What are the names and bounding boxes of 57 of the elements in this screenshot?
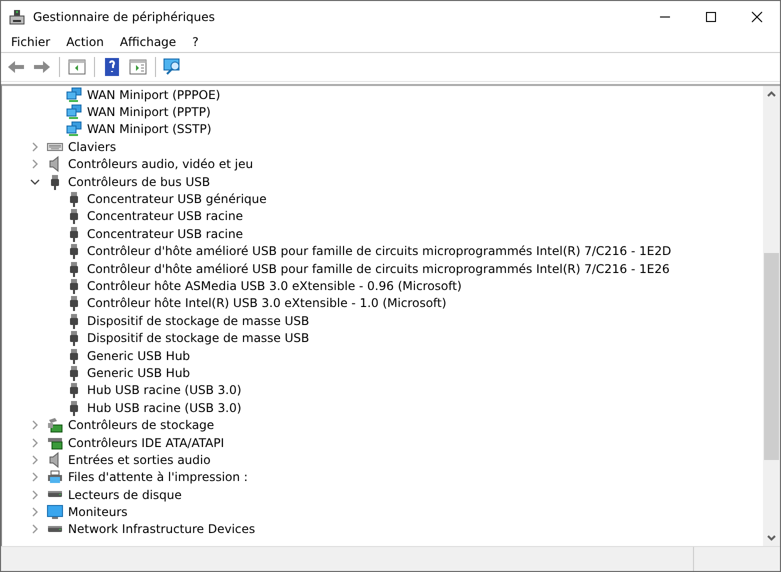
- network-adapter-icon: [66, 121, 82, 138]
- expand-chevron-icon[interactable]: [30, 490, 40, 500]
- expand-chevron-icon[interactable]: [30, 507, 40, 518]
- tree-item[interactable]: WAN Miniport (PPPOE): [87, 86, 220, 103]
- tree-item[interactable]: Contrôleur hôte Intel(R) USB 3.0 eXtensible - 1.0 (Microsoft): [87, 295, 446, 312]
- tree-item[interactable]: Dispositif de stockage de masse USB: [87, 330, 310, 346]
- tree-item[interactable]: Contrôleurs de bus USB: [68, 174, 210, 190]
- disk-drive-icon: [47, 526, 63, 533]
- close-icon: [751, 10, 763, 22]
- tree-item[interactable]: Dispositif de stockage de masse USB: [87, 312, 310, 329]
- expand-chevron-icon[interactable]: [30, 454, 40, 465]
- tree-item[interactable]: Hub USB racine (USB 3.0): [87, 400, 242, 416]
- menu-item[interactable]: Affichage: [114, 33, 182, 51]
- tree-item[interactable]: Moniteurs: [68, 504, 128, 520]
- tree-item[interactable]: Lecteurs de disque: [68, 486, 182, 503]
- tree-item[interactable]: Contrôleur d'hôte amélioré USB pour famille de circuits microprogrammés Intel(R) 7/C216 - 1E26: [87, 260, 670, 277]
- expand-chevron-icon[interactable]: [30, 159, 40, 170]
- expand-chevron-icon[interactable]: [30, 472, 40, 482]
- tree-item[interactable]: Concentrateur USB racine: [87, 208, 243, 224]
- action-pane-icon: [128, 57, 148, 77]
- printer-icon: [47, 469, 63, 486]
- expand-chevron-icon[interactable]: [30, 420, 40, 430]
- expand-chevron-icon[interactable]: [30, 438, 40, 448]
- tree-item[interactable]: Concentrateur USB générique: [87, 191, 267, 208]
- scrollbar-thumb[interactable]: [764, 253, 779, 460]
- tree-item[interactable]: WAN Miniport (SSTP): [87, 121, 212, 138]
- expand-chevron-icon[interactable]: [30, 142, 40, 152]
- tree-item[interactable]: WAN Miniport (PPTP): [87, 104, 211, 120]
- tree-item[interactable]: Contrôleurs IDE ATA/ATAPI: [68, 434, 224, 450]
- tree-item[interactable]: Generic USB Hub: [87, 348, 190, 364]
- tree-item[interactable]: Network Infrastructure Devices: [68, 521, 256, 538]
- expand-chevron-icon[interactable]: [30, 524, 40, 534]
- menu-item[interactable]: Action: [60, 33, 110, 51]
- minimize-icon: [659, 16, 671, 18]
- help-icon: [102, 57, 122, 77]
- monitor-icon: [47, 504, 63, 520]
- menu-item[interactable]: ?: [186, 33, 205, 51]
- device-manager-icon: [9, 8, 25, 24]
- window-title: Gestionnaire de périphériques: [33, 10, 216, 24]
- maximize-icon: [705, 10, 717, 22]
- tree-item[interactable]: Entrées et sorties audio: [68, 452, 211, 468]
- tree-item[interactable]: Concentrateur USB racine: [87, 226, 243, 242]
- network-adapter-icon: [66, 86, 82, 103]
- tree-item[interactable]: Hub USB racine (USB 3.0): [87, 382, 242, 398]
- menu-item[interactable]: Fichier: [5, 33, 56, 51]
- tree-item[interactable]: Contrôleurs de stockage: [68, 417, 214, 434]
- tree-item[interactable]: Generic USB Hub: [87, 364, 190, 381]
- tree-item[interactable]: Contrôleurs audio, vidéo et jeu: [68, 156, 254, 172]
- tree-item[interactable]: Contrôleur d'hôte amélioré USB pour famille de circuits microprogrammés Intel(R) 7/C216 - 1E2D: [87, 243, 672, 260]
- properties-icon: [67, 57, 87, 77]
- tree-item[interactable]: Files d'attente à l'impression :: [68, 469, 248, 486]
- network-adapter-icon: [66, 104, 82, 120]
- storage-controller-icon: [47, 417, 63, 434]
- tree-item[interactable]: Contrôleur hôte ASMedia USB 3.0 eXtensible - 0.96 (Microsoft): [87, 278, 462, 294]
- collapse-chevron-icon[interactable]: [30, 176, 40, 187]
- disk-drive-icon: [47, 491, 63, 498]
- tree-item[interactable]: Claviers: [68, 138, 116, 155]
